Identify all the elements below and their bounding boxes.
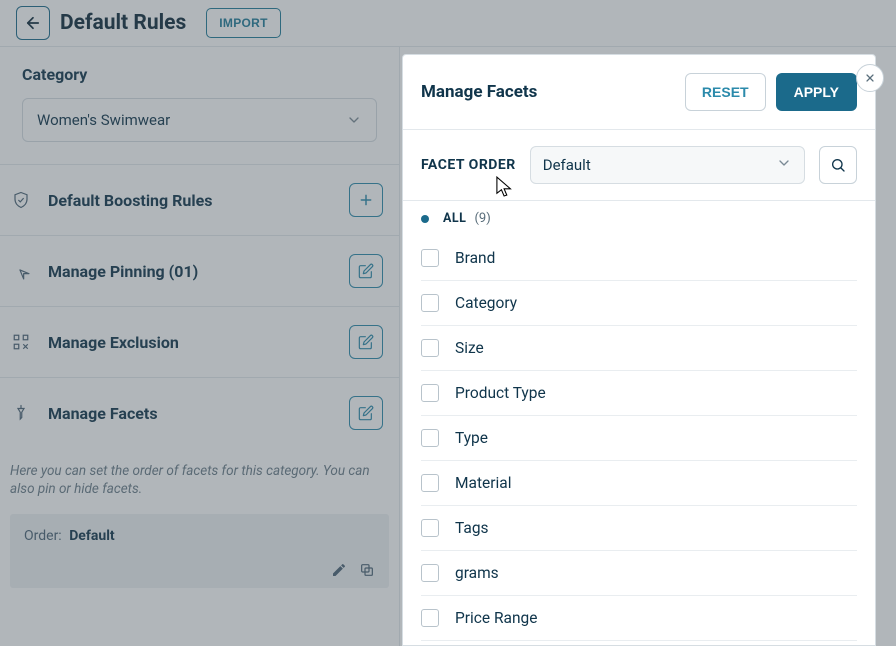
facet-item[interactable]: Brand (421, 236, 857, 281)
facet-item[interactable]: Price Range (421, 596, 857, 641)
facet-item[interactable]: Size (421, 326, 857, 371)
all-row[interactable]: ALL (9) (403, 201, 875, 236)
facet-checkbox[interactable] (421, 564, 439, 582)
search-button[interactable] (819, 146, 857, 184)
facet-checkbox[interactable] (421, 384, 439, 402)
facet-checkbox[interactable] (421, 294, 439, 312)
reset-button[interactable]: RESET (685, 73, 766, 111)
facet-item[interactable]: grams (421, 551, 857, 596)
facet-checkbox[interactable] (421, 609, 439, 627)
facet-list: Brand Category Size Product Type Type Materia… (403, 236, 875, 641)
facet-item[interactable]: Category (421, 281, 857, 326)
facet-name: Price Range (455, 609, 537, 627)
facet-order-label: FACET ORDER (421, 157, 516, 173)
facet-order-value: Default (543, 156, 591, 174)
facet-checkbox[interactable] (421, 474, 439, 492)
facet-name: Tags (455, 519, 489, 537)
chevron-down-icon (776, 155, 792, 175)
active-dot-icon (421, 215, 429, 223)
facet-checkbox[interactable] (421, 249, 439, 267)
facet-name: Size (455, 339, 484, 357)
close-panel-button[interactable] (856, 64, 884, 92)
facet-name: Product Type (455, 384, 546, 402)
facet-item[interactable]: Tags (421, 506, 857, 551)
manage-facets-panel: Manage Facets RESET APPLY FACET ORDER De… (402, 54, 876, 646)
facet-checkbox[interactable] (421, 429, 439, 447)
apply-button[interactable]: APPLY (776, 73, 857, 111)
facet-checkbox[interactable] (421, 339, 439, 357)
facet-name: Brand (455, 249, 495, 267)
panel-title: Manage Facets (421, 82, 537, 102)
facet-name: grams (455, 564, 499, 582)
search-icon (830, 157, 846, 173)
facet-item[interactable]: Product Type (421, 371, 857, 416)
close-icon (864, 72, 876, 84)
facet-order-row: FACET ORDER Default (403, 130, 875, 201)
facet-name: Category (455, 294, 517, 312)
facet-name: Type (455, 429, 488, 447)
panel-header: Manage Facets RESET APPLY (403, 55, 875, 130)
facet-checkbox[interactable] (421, 519, 439, 537)
all-label: ALL (443, 211, 466, 226)
facet-name: Material (455, 474, 511, 492)
facet-order-select[interactable]: Default (530, 146, 805, 184)
all-count: (9) (474, 211, 490, 226)
facet-item[interactable]: Type (421, 416, 857, 461)
facet-item[interactable]: Material (421, 461, 857, 506)
